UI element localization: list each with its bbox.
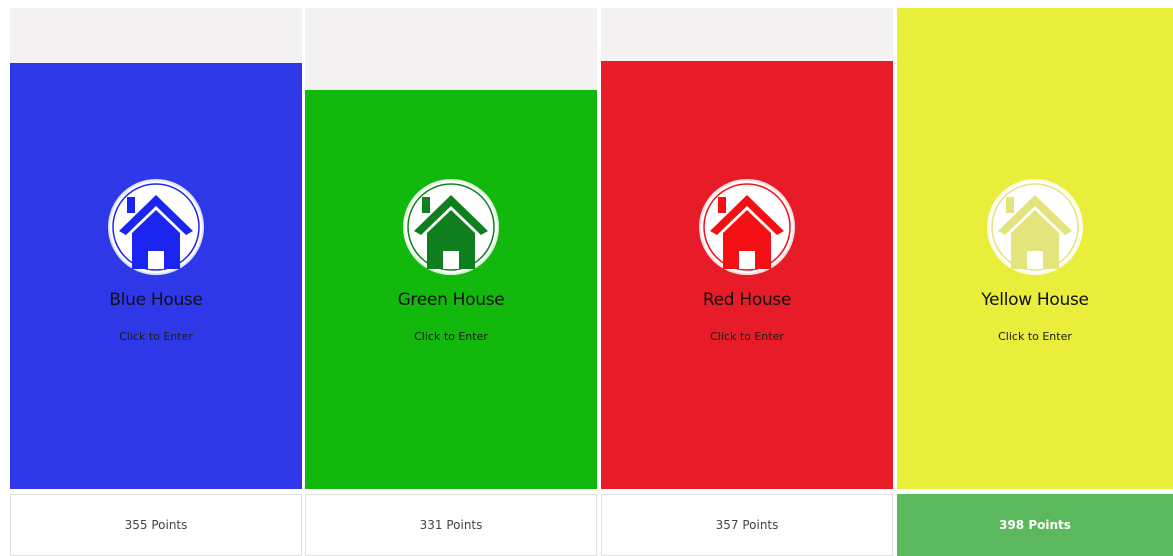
house-name: Green House (397, 290, 505, 310)
points-track: Green House Click to Enter (305, 8, 597, 489)
house-bar-red[interactable]: Red House Click to Enter (601, 61, 893, 489)
house-column-yellow: Yellow House Click to Enter 398 Points (897, 8, 1173, 556)
points-track: Red House Click to Enter (601, 8, 893, 489)
points-total: 355 Points (10, 494, 302, 556)
house-bar-green[interactable]: Green House Click to Enter (305, 90, 597, 489)
house-column-red: Red House Click to Enter 357 Points (601, 8, 893, 556)
points-total: 357 Points (601, 494, 893, 556)
house-emblem (701, 181, 793, 273)
house-bar-blue[interactable]: Blue House Click to Enter (10, 63, 302, 489)
enter-link[interactable]: Click to Enter (10, 330, 302, 343)
enter-link[interactable]: Click to Enter (897, 330, 1173, 343)
house-emblem (989, 181, 1081, 273)
house-column-blue: Blue House Click to Enter 355 Points (10, 8, 302, 556)
house-icon (407, 183, 495, 271)
house-name: Blue House (109, 290, 203, 311)
house-name: Yellow House (981, 290, 1089, 310)
house-emblem (405, 181, 497, 273)
enter-link[interactable]: Click to Enter (305, 330, 597, 343)
points-track: Yellow House Click to Enter (897, 8, 1173, 489)
enter-link[interactable]: Click to Enter (601, 330, 893, 343)
house-icon (112, 183, 200, 271)
house-column-green: Green House Click to Enter 331 Points (305, 8, 597, 556)
house-name: Red House (702, 290, 792, 310)
points-total: 331 Points (305, 494, 597, 556)
house-icon (703, 183, 791, 271)
house-points-board: Blue House Click to Enter 355 Points Gre… (0, 0, 1173, 556)
points-track: Blue House Click to Enter (10, 8, 302, 489)
house-emblem (110, 181, 202, 274)
house-bar-yellow[interactable]: Yellow House Click to Enter (897, 8, 1173, 489)
points-total: 398 Points (897, 494, 1173, 556)
house-icon (991, 183, 1079, 271)
